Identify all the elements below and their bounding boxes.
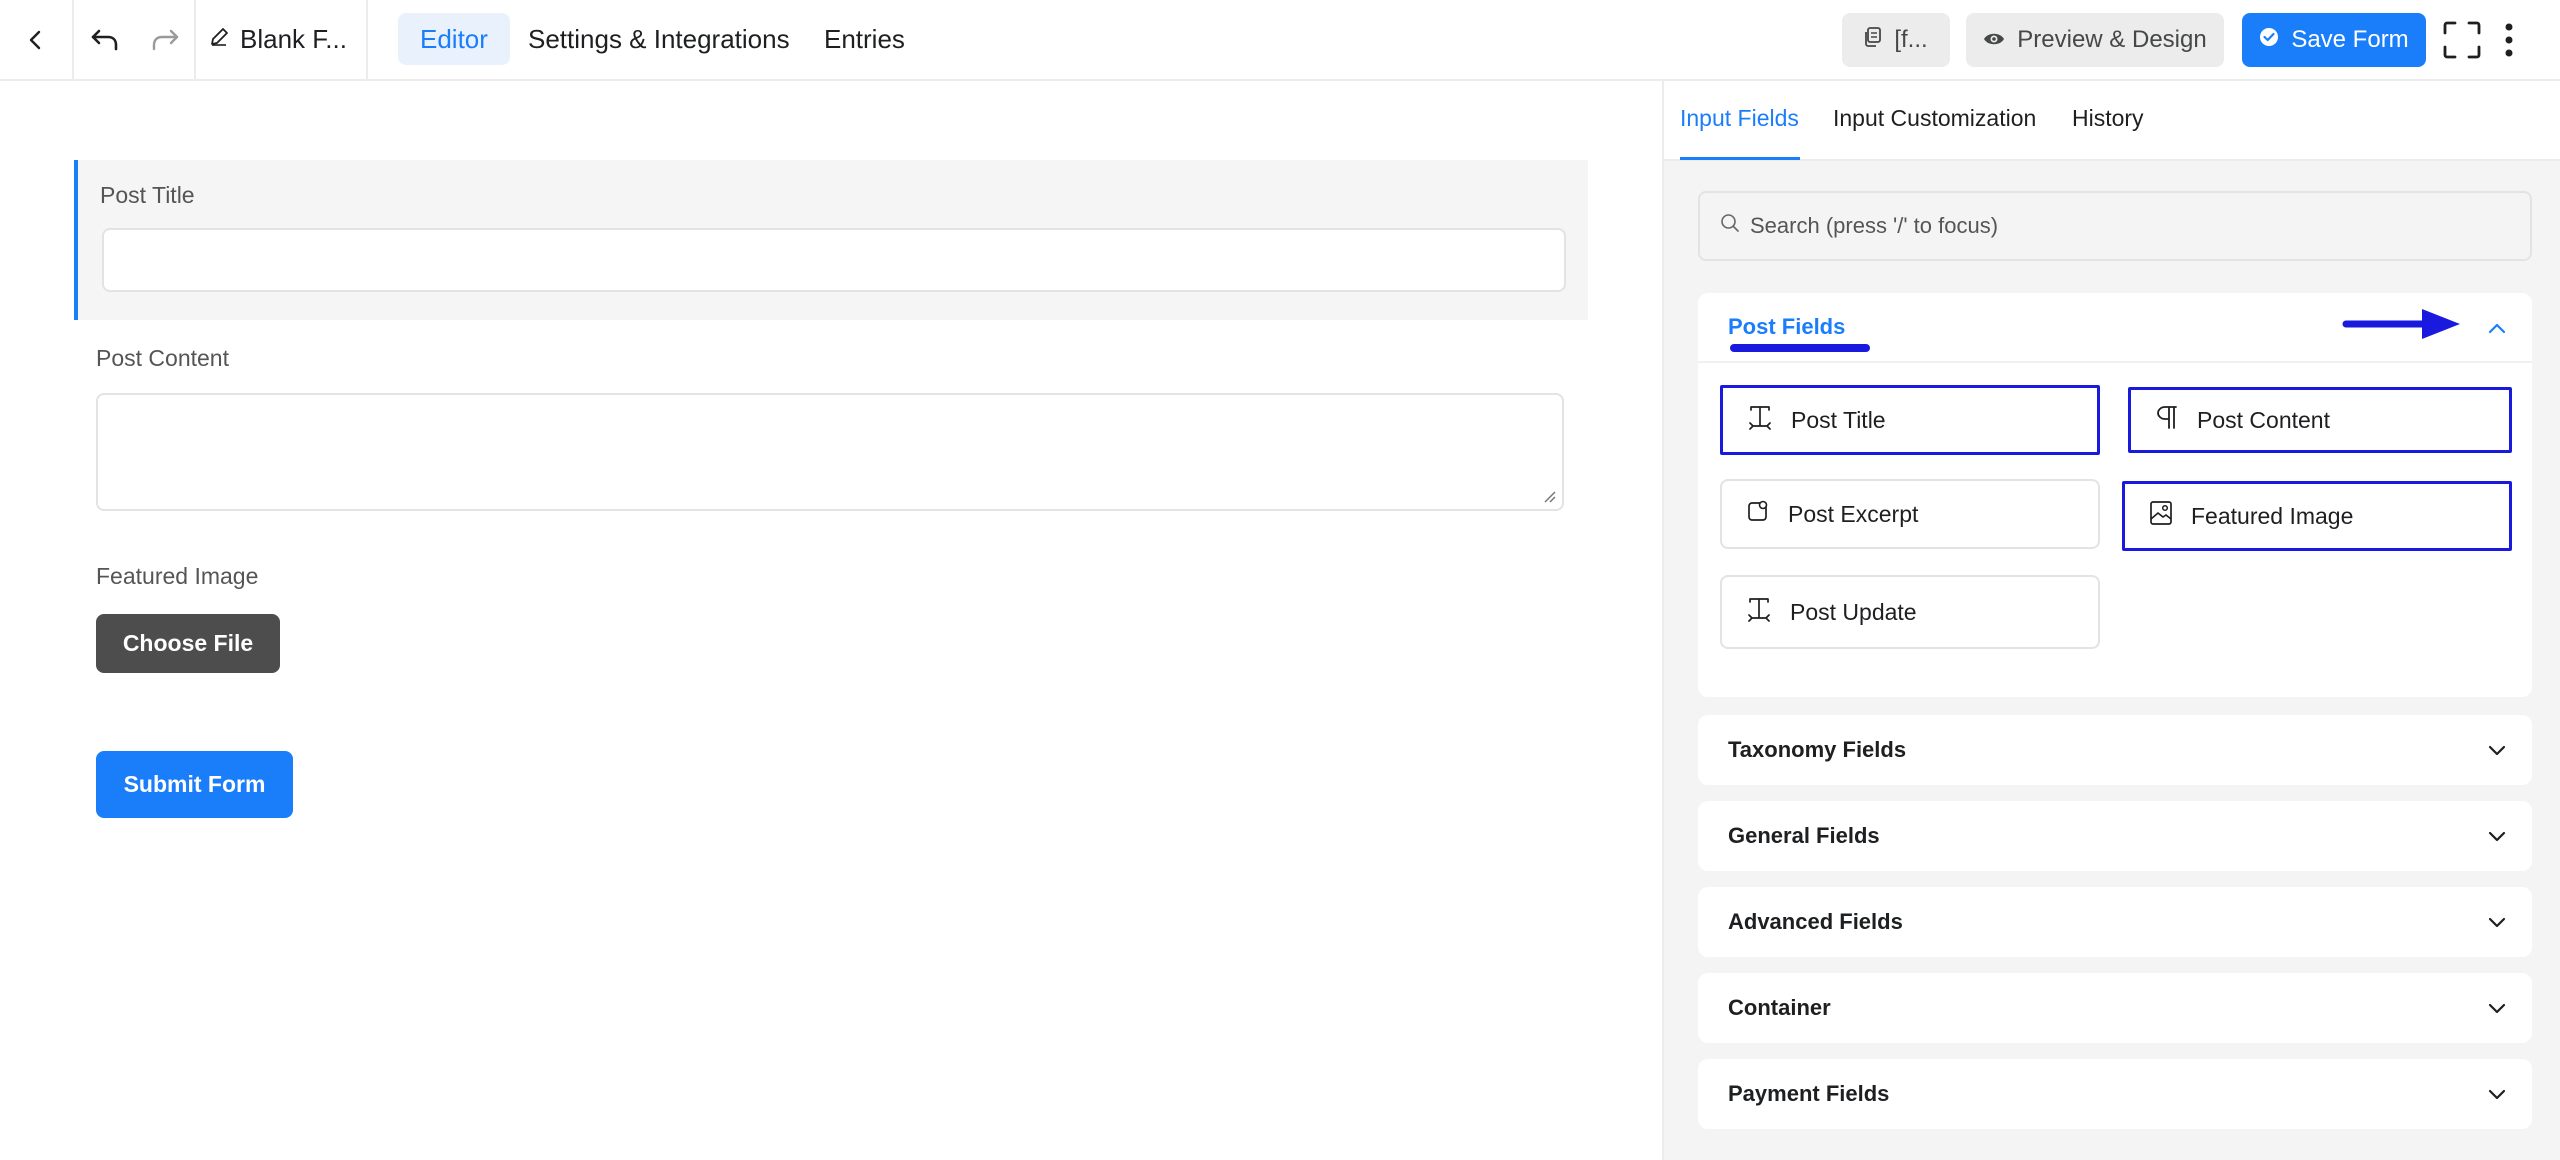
- chevron-down-icon[interactable]: [2486, 825, 2508, 847]
- form-editor-canvas: Post Title Post Content Featured Image C…: [0, 81, 1662, 1160]
- redo-icon[interactable]: [136, 0, 194, 79]
- post-title-field-block[interactable]: Post Title: [74, 160, 1588, 320]
- shortcode-label: [f...: [1894, 26, 1928, 53]
- active-tab-indicator: [1680, 157, 1800, 160]
- container-panel[interactable]: Container: [1698, 973, 2532, 1043]
- taxonomy-fields-title: Taxonomy Fields: [1728, 737, 1907, 762]
- search-placeholder: Search (press '/' to focus): [1750, 213, 1999, 238]
- preview-design-button[interactable]: Preview & Design: [1966, 13, 2224, 67]
- form-name-label: Blank F...: [240, 24, 347, 54]
- post-excerpt-field-item[interactable]: Post Excerpt: [1720, 479, 2100, 549]
- post-content-label: Post Content: [96, 345, 229, 371]
- advanced-fields-title: Advanced Fields: [1728, 909, 1903, 934]
- post-title-field-item[interactable]: Post Title: [1720, 385, 2100, 455]
- post-fields-panel: Post Fields Post Title Post Content Post…: [1698, 293, 2532, 697]
- eye-icon: [1983, 26, 2005, 54]
- taxonomy-fields-panel[interactable]: Taxonomy Fields: [1698, 715, 2532, 785]
- advanced-fields-panel[interactable]: Advanced Fields: [1698, 887, 2532, 957]
- back-icon[interactable]: [0, 0, 72, 79]
- preview-design-label: Preview & Design: [2017, 26, 2207, 53]
- save-form-button[interactable]: Save Form: [2242, 13, 2426, 67]
- sidebar-tabs: Input Fields Input Customization History: [1664, 81, 2560, 161]
- tab-settings-integrations[interactable]: Settings & Integrations: [506, 13, 812, 65]
- payment-fields-panel[interactable]: Payment Fields: [1698, 1059, 2532, 1129]
- post-content-textarea[interactable]: [96, 393, 1564, 511]
- post-update-field-item[interactable]: Post Update: [1720, 575, 2100, 649]
- form-name[interactable]: Blank F...: [196, 0, 366, 79]
- featured-image-label: Featured Image: [96, 563, 259, 589]
- advanced-fields-header[interactable]: Advanced Fields: [1698, 887, 2532, 957]
- field-search-input[interactable]: Search (press '/' to focus): [1698, 191, 2532, 261]
- container-title: Container: [1728, 995, 1831, 1020]
- resize-grip-icon[interactable]: [1542, 489, 1556, 503]
- chevron-down-icon[interactable]: [2486, 911, 2508, 933]
- text-cursor-icon: [1747, 404, 1773, 436]
- tab-input-customization[interactable]: Input Customization: [1833, 105, 2036, 132]
- search-icon: [1720, 213, 1740, 239]
- excerpt-icon: [1746, 499, 1770, 529]
- general-fields-panel[interactable]: General Fields: [1698, 801, 2532, 871]
- undo-icon[interactable]: [74, 0, 136, 79]
- tab-editor[interactable]: Editor: [398, 13, 510, 65]
- featured-image-item-label: Featured Image: [2191, 502, 2354, 529]
- paragraph-icon: [2155, 404, 2179, 436]
- featured-image-field-item[interactable]: Featured Image: [2122, 481, 2512, 551]
- pencil-icon: [208, 24, 230, 55]
- tab-history[interactable]: History: [2072, 105, 2144, 132]
- copy-icon: [1864, 26, 1882, 54]
- fullscreen-icon[interactable]: [2440, 0, 2484, 79]
- payment-fields-title: Payment Fields: [1728, 1081, 1890, 1106]
- container-header[interactable]: Container: [1698, 973, 2532, 1043]
- chevron-down-icon[interactable]: [2486, 739, 2508, 761]
- general-fields-header[interactable]: General Fields: [1698, 801, 2532, 871]
- chevron-down-icon[interactable]: [2486, 997, 2508, 1019]
- taxonomy-fields-header[interactable]: Taxonomy Fields: [1698, 715, 2532, 785]
- image-icon: [2149, 500, 2173, 532]
- chevron-down-icon[interactable]: [2486, 1083, 2508, 1105]
- top-bar: Blank F... Editor Settings & Integration…: [0, 0, 2560, 81]
- field-sidebar: Input Fields Input Customization History…: [1662, 81, 2560, 1160]
- save-form-label: Save Form: [2291, 26, 2409, 53]
- general-fields-title: General Fields: [1728, 823, 1880, 848]
- tab-entries[interactable]: Entries: [802, 13, 927, 65]
- choose-file-button[interactable]: Choose File: [96, 614, 280, 673]
- post-title-item-label: Post Title: [1791, 406, 1886, 433]
- post-content-item-label: Post Content: [2197, 406, 2330, 433]
- tab-input-fields[interactable]: Input Fields: [1680, 105, 1799, 132]
- chevron-up-icon[interactable]: [2486, 317, 2508, 339]
- post-update-item-label: Post Update: [1790, 598, 1917, 625]
- submit-form-button[interactable]: Submit Form: [96, 751, 293, 818]
- post-content-field-item[interactable]: Post Content: [2128, 387, 2512, 453]
- check-circle-icon: [2259, 26, 2279, 54]
- post-title-label: Post Title: [100, 182, 195, 208]
- payment-fields-header[interactable]: Payment Fields: [1698, 1059, 2532, 1129]
- annotation-underline: [1730, 344, 1870, 352]
- annotation-arrow-icon: [2342, 309, 2460, 339]
- text-cursor-icon: [1746, 596, 1772, 628]
- post-title-input[interactable]: [102, 228, 1566, 292]
- shortcode-button[interactable]: [f...: [1842, 13, 1950, 67]
- post-fields-title: Post Fields: [1728, 314, 1846, 339]
- more-options-icon[interactable]: [2492, 0, 2526, 79]
- post-excerpt-item-label: Post Excerpt: [1788, 500, 1919, 527]
